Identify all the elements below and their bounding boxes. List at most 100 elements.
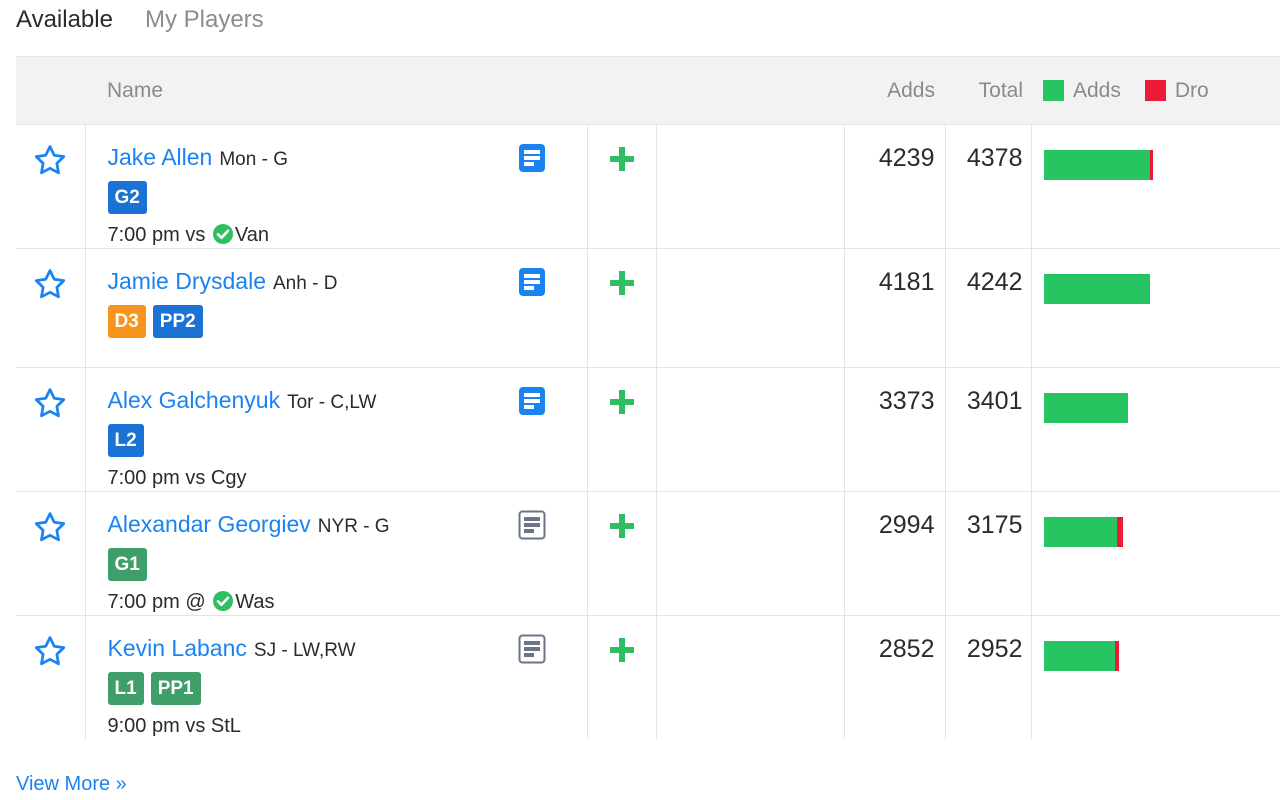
player-badges: L1 PP1 (107, 672, 587, 705)
spacer-cell (656, 248, 845, 368)
game-opponent: Van (234, 224, 269, 246)
player-name-link[interactable]: Jamie Drysdale (108, 268, 267, 294)
player-team-position: NYR - G (317, 516, 390, 537)
adds-value: 4239 (878, 144, 935, 172)
player-name-link[interactable]: Alex Galchenyuk (108, 387, 281, 413)
adds-drops-bar (1043, 517, 1280, 547)
tab-my-players[interactable]: My Players (145, 4, 264, 36)
add-player-button[interactable] (588, 249, 656, 297)
badge[interactable]: PP2 (152, 305, 203, 338)
favorite-cell (16, 615, 86, 739)
badge[interactable]: L2 (107, 424, 144, 457)
trend-bar-cell (1031, 367, 1280, 492)
player-cell: Jamie Drysdale Anh - D D3 PP2 (85, 248, 588, 368)
header-total[interactable]: Total (945, 56, 1031, 125)
table-row: Alexandar Georgiev NYR - G G1 7:00 pm @ Was… (16, 491, 1280, 616)
add-player-button[interactable] (588, 616, 656, 664)
game-time: 7:00 pm (107, 467, 180, 489)
player-notes-icon[interactable] (518, 386, 546, 421)
player-name-link[interactable]: Jake Allen (108, 144, 213, 170)
favorite-star-icon[interactable] (16, 616, 85, 667)
add-player-cell (587, 491, 657, 616)
adds-cell: 2994 (844, 491, 946, 616)
favorite-star-icon[interactable] (16, 249, 85, 300)
favorite-cell (16, 248, 86, 368)
game-location: vs (185, 224, 206, 246)
badge[interactable]: PP1 (150, 672, 201, 705)
game-info: 7:00 pm vs Van (108, 222, 587, 248)
header-name[interactable]: Name (85, 56, 587, 125)
trend-bar-cell (1031, 124, 1280, 249)
total-cell: 3401 (945, 367, 1032, 492)
add-player-cell (587, 248, 657, 368)
adds-value: 2852 (878, 635, 935, 663)
add-player-button[interactable] (588, 368, 656, 416)
adds-cell: 3373 (844, 367, 946, 492)
total-cell: 3175 (945, 491, 1032, 616)
player-name-link[interactable]: Alexandar Georgiev (108, 511, 311, 537)
player-cell: Alexandar Georgiev NYR - G G1 7:00 pm @ Was (85, 491, 588, 616)
player-cell: Kevin Labanc SJ - LW,RW L1 PP1 9:00 pm vs St… (85, 615, 588, 739)
adds-bar-segment (1043, 641, 1115, 671)
header-add (587, 56, 656, 125)
tab-available[interactable]: Available (16, 4, 113, 36)
spacer-cell (656, 124, 845, 249)
legend: Adds Dro (1043, 79, 1280, 103)
player-team-position: SJ - LW,RW (253, 640, 356, 661)
legend-drops-swatch (1144, 80, 1166, 101)
player-cell: Jake Allen Mon - G G2 7:00 pm vs Van (85, 124, 588, 249)
favorite-cell (16, 124, 86, 249)
legend-drops-label: Dro (1174, 78, 1209, 102)
spacer-cell (656, 491, 845, 616)
badge[interactable]: G1 (107, 548, 147, 581)
drops-bar-segment (1116, 517, 1123, 547)
drops-bar-segment (1149, 150, 1153, 180)
game-info: 7:00 pm vs Cgy (108, 465, 587, 491)
favorite-cell (16, 367, 86, 492)
adds-value: 3373 (878, 387, 935, 415)
player-notes-icon[interactable] (518, 143, 546, 178)
table-row: Jake Allen Mon - G G2 7:00 pm vs Van 4239 437… (16, 124, 1280, 249)
adds-cell: 4181 (844, 248, 946, 368)
confirmed-check-icon (211, 224, 235, 246)
header-favorite (16, 56, 85, 125)
add-player-button[interactable] (588, 492, 656, 540)
badge[interactable]: L1 (107, 672, 144, 705)
header-spacer (656, 56, 844, 125)
player-team-position: Tor - C,LW (287, 392, 377, 413)
header-adds[interactable]: Adds (844, 56, 945, 125)
add-player-cell (587, 615, 657, 739)
spacer-cell (656, 367, 845, 492)
trend-bar-cell (1031, 491, 1280, 616)
badge[interactable]: G2 (107, 181, 147, 214)
badge[interactable]: D3 (107, 305, 146, 338)
player-list-page: Available My Players Name Adds Total Add… (0, 0, 1280, 800)
add-player-cell (587, 124, 657, 249)
game-opponent: Cgy (210, 467, 247, 489)
player-notes-icon[interactable] (518, 267, 546, 302)
add-player-button[interactable] (588, 125, 656, 173)
total-value: 3175 (966, 511, 1023, 539)
table-row: Alex Galchenyuk Tor - C,LW L2 7:00 pm vs Cg… (16, 367, 1280, 492)
total-cell: 2952 (945, 615, 1032, 739)
favorite-star-icon[interactable] (16, 492, 85, 543)
view-more-link[interactable]: View More » (16, 772, 127, 796)
adds-value: 4181 (878, 268, 935, 296)
player-badges: G2 (107, 181, 587, 214)
game-opponent: StL (210, 715, 241, 737)
table-header: Name Adds Total Adds Dro (16, 56, 1280, 125)
players-table: Name Adds Total Adds Dro Jake Allen Mon … (16, 56, 1280, 739)
favorite-star-icon[interactable] (16, 125, 85, 176)
favorite-cell (16, 491, 86, 616)
player-badges: G1 (107, 548, 587, 581)
adds-bar-segment (1043, 150, 1150, 180)
player-notes-icon[interactable] (518, 510, 546, 545)
total-value: 3401 (966, 387, 1023, 415)
total-cell: 4242 (945, 248, 1032, 368)
player-cell: Alex Galchenyuk Tor - C,LW L2 7:00 pm vs Cg… (85, 367, 588, 492)
player-name-link[interactable]: Kevin Labanc (108, 635, 247, 661)
player-notes-icon[interactable] (518, 634, 546, 669)
spacer-cell (656, 615, 845, 739)
game-location: vs (185, 467, 206, 489)
favorite-star-icon[interactable] (16, 368, 85, 419)
